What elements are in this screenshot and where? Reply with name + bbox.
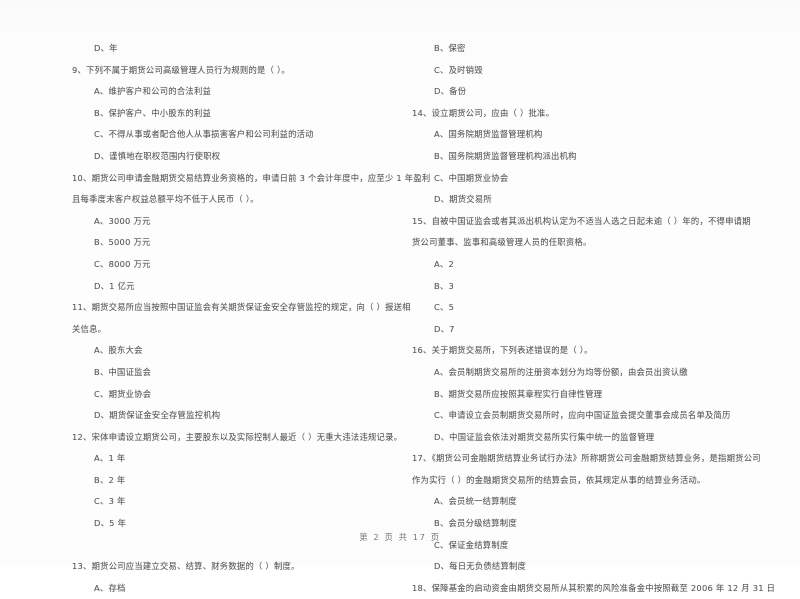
question-text: 16、关于期货交易所，下列表述错误的是（ ）。	[412, 345, 593, 356]
answer-option: C、不得从事或者配合他人从事损害客户和公司利益的活动	[94, 129, 314, 140]
answer-option: D、1 亿元	[94, 280, 135, 291]
question-text: 15、自被中国证监会或者其派出机构认定为不适当人选之日起未逾（ ）年的，不得申请…	[412, 215, 751, 226]
answer-option: D、每日无负债结算制度	[434, 561, 527, 572]
answer-option: C、5	[434, 302, 455, 313]
left-text-column: D、年 9、下列不属于期货公司高级管理人员行为规则的是（ ）。 A、维护客户和公司的…	[72, 38, 431, 599]
answer-option: B、保密	[434, 43, 466, 53]
answer-option: A、2	[434, 258, 455, 269]
answer-option: B、期货交易所应按照其章程实行自律性管理	[434, 388, 603, 399]
question-text: 10、期货公司申请金融期货交易结算业务资格的，申请日前 3 个会计年度中，应至少…	[72, 172, 431, 183]
answer-option: A、会员制期货交易所的注册资本划分为均等份额，由会员出资认缴	[434, 366, 688, 377]
answer-option: A、3000 万元	[94, 215, 151, 226]
question-text-continued: 货公司董事、监事和高级管理人员的任职资格。	[412, 237, 592, 248]
answer-option: A、存档	[94, 582, 126, 593]
answer-option: A、1 年	[94, 453, 126, 464]
answer-option: D、期货保证金安全存管监控机构	[94, 410, 221, 421]
answer-option: C、3 年	[94, 496, 126, 507]
answer-option: B、2 年	[94, 474, 126, 485]
answer-option: A、会员统一结算制度	[434, 496, 517, 507]
question-text-continued: 关信息。	[72, 323, 107, 334]
answer-option: C、期货业协会	[94, 388, 152, 399]
answer-option: D、备份	[434, 86, 467, 97]
question-text: 18、保障基金的启动资金由期货交易所从其积累的风险准备金中按照截至 2006 年…	[412, 582, 776, 593]
question-text: 9、下列不属于期货公司高级管理人员行为规则的是（ ）。	[72, 64, 290, 75]
question-text: 11、期货交易所应当按照中国证监会有关期货保证金安全存管监控的规定，向（ ）报送…	[72, 302, 411, 313]
answer-option: B、中国证监会	[94, 366, 152, 377]
answer-option: A、维护客户和公司的合法利益	[94, 86, 212, 97]
answer-option: B、国务院期货监督管理机构派出机构	[434, 150, 577, 161]
page-columns: D、年 9、下列不属于期货公司高级管理人员行为规则的是（ ）。 A、维护客户和公司的…	[0, 38, 800, 599]
answer-option: B、3	[434, 280, 455, 291]
question-text-continued: 作为实行（ ）的金融期货交易所的结算会员，依其规定从事的结算业务活动。	[412, 474, 706, 485]
answer-option: C、中国期货业协会	[434, 172, 509, 183]
answer-option: C、及时销毁	[434, 64, 483, 75]
answer-option: D、年	[94, 43, 118, 53]
answer-option: C、8000 万元	[94, 258, 151, 269]
answer-option: D、7	[434, 323, 455, 334]
answer-option: A、股东大会	[94, 345, 143, 356]
scanned-exam-page: D、年 9、下列不属于期货公司高级管理人员行为规则的是（ ）。 A、维护客户和公司的…	[0, 0, 800, 593]
answer-option: D、期货交易所	[434, 194, 492, 205]
question-text: 14、设立期货公司，应由（ ）批准。	[412, 107, 555, 118]
question-text-continued: 且每季度末客户权益总额平均不低于人民币（ ）。	[72, 194, 259, 205]
answer-option: B、保护客户、中小股东的利益	[94, 107, 212, 118]
answer-option: D、中国证监会依法对期货交易所实行集中统一的监督管理	[434, 431, 655, 442]
answer-option: C、申请设立会员制期货交易所时，应向中国证监会提交董事会成员名单及简历	[434, 410, 731, 421]
page-footer: 第 2 页 共 17 页	[359, 532, 441, 542]
question-text: 13、期货公司应当建立交易、结算、财务数据的（ ）制度。	[72, 561, 300, 572]
answer-option: A、国务院期货监督管理机构	[434, 129, 543, 140]
question-text: 12、宋体申请设立期货公司，主要股东以及实际控制人最近（ ）无重大违法违规记录。	[72, 431, 403, 442]
answer-option: B、5000 万元	[94, 237, 151, 248]
answer-option: D、谨慎地在职权范围内行使职权	[94, 150, 221, 161]
question-text: 17、《期货公司金融期货结算业务试行办法》所称期货公司金融期货结算业务，是指期货…	[412, 453, 761, 464]
right-text-column: B、保密 C、及时销毁 D、备份 14、设立期货公司，应由（ ）批准。 A、国务院期货监…	[412, 38, 776, 599]
